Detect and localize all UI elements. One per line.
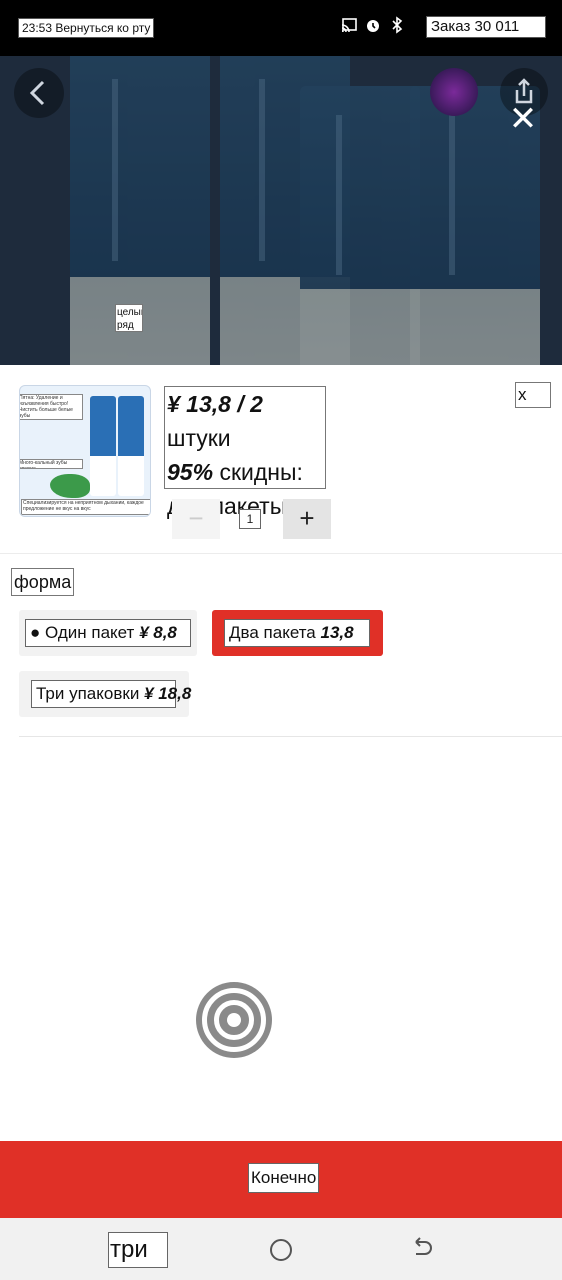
product-thumbnail[interactable]: Пятна: Удаление и изъязвления быстро! Чи… — [19, 385, 151, 517]
thumb-caption: Много-кальный зубы свежие — [20, 459, 83, 469]
confirm-button[interactable]: Конечно — [248, 1163, 320, 1193]
option-name: Три упаковки — [36, 684, 140, 703]
thumb-leaf — [50, 474, 90, 498]
hero-overlay — [0, 56, 562, 365]
recent-apps-button[interactable]: три — [108, 1232, 168, 1268]
confirm-bar[interactable]: Конечно — [0, 1141, 562, 1218]
price-summary: ¥ 13,8 / 2 штуки 95% скидны: две пакеты — [164, 386, 326, 519]
target-icon[interactable] — [196, 982, 272, 1058]
quantity-decrease-button[interactable]: − — [172, 499, 220, 539]
system-nav-bar: три — [0, 1218, 562, 1280]
divider — [19, 736, 562, 737]
price-unit: штуки — [167, 425, 231, 451]
status-right-text: Заказ 30 011 — [426, 16, 546, 38]
option-price: ¥ 8,8 — [139, 623, 177, 642]
product-options-sheet: Пятна: Удаление и изъязвления быстро! Чи… — [0, 365, 562, 1141]
cast-icon — [340, 16, 358, 34]
option-name: Два пакета — [229, 623, 316, 642]
quantity-increase-button[interactable]: + — [283, 499, 331, 539]
product-hero-image: ✕ целый ряд — [0, 56, 562, 365]
thumb-caption: Пятна: Удаление и изъязвления быстро! Чи… — [20, 394, 83, 420]
target-center — [227, 1013, 241, 1027]
option-three-pack[interactable]: Три упаковки ¥ 18,8 — [19, 671, 191, 717]
quantity-value[interactable]: 1 — [239, 509, 261, 529]
back-button[interactable] — [14, 68, 64, 118]
close-icon[interactable]: ✕ — [503, 101, 543, 137]
discount-label: скидны: — [219, 459, 303, 485]
option-label: Три упаковки ¥ 18,8 — [31, 680, 191, 708]
bluetooth-icon — [388, 16, 406, 34]
status-icons — [340, 16, 406, 34]
status-bar: 23:53 Вернуться ко рту Заказ 30 011 — [0, 0, 562, 56]
hero-caption: целый ряд — [115, 304, 143, 332]
close-sheet-button[interactable]: x — [515, 382, 551, 408]
price-value: ¥ 13,8 / 2 — [167, 391, 263, 417]
back-icon[interactable] — [410, 1236, 434, 1262]
option-section-label: форма — [11, 568, 75, 596]
divider — [0, 553, 562, 554]
option-name: ● Один пакет — [30, 623, 135, 642]
brand-logo — [430, 68, 478, 116]
status-left-text: 23:53 Вернуться ко рту — [18, 18, 155, 38]
home-icon[interactable] — [270, 1239, 292, 1261]
discount-value: 95% — [167, 459, 214, 485]
alarm-icon — [364, 16, 382, 34]
option-label: ● Один пакет ¥ 8,8 — [25, 619, 191, 647]
option-price: 13,8 — [320, 623, 354, 642]
option-two-pack[interactable]: Два пакета 13,8 — [212, 610, 383, 656]
thumb-caption: Специализируется на неприятном дыхании, … — [21, 499, 150, 515]
option-price: ¥ 18,8 — [144, 684, 192, 703]
option-label: Два пакета 13,8 — [224, 619, 370, 647]
thumb-tube — [118, 396, 144, 496]
chevron-left-icon — [29, 80, 45, 106]
thumb-tube — [90, 396, 116, 496]
option-one-pack[interactable]: ● Один пакет ¥ 8,8 — [19, 610, 197, 656]
